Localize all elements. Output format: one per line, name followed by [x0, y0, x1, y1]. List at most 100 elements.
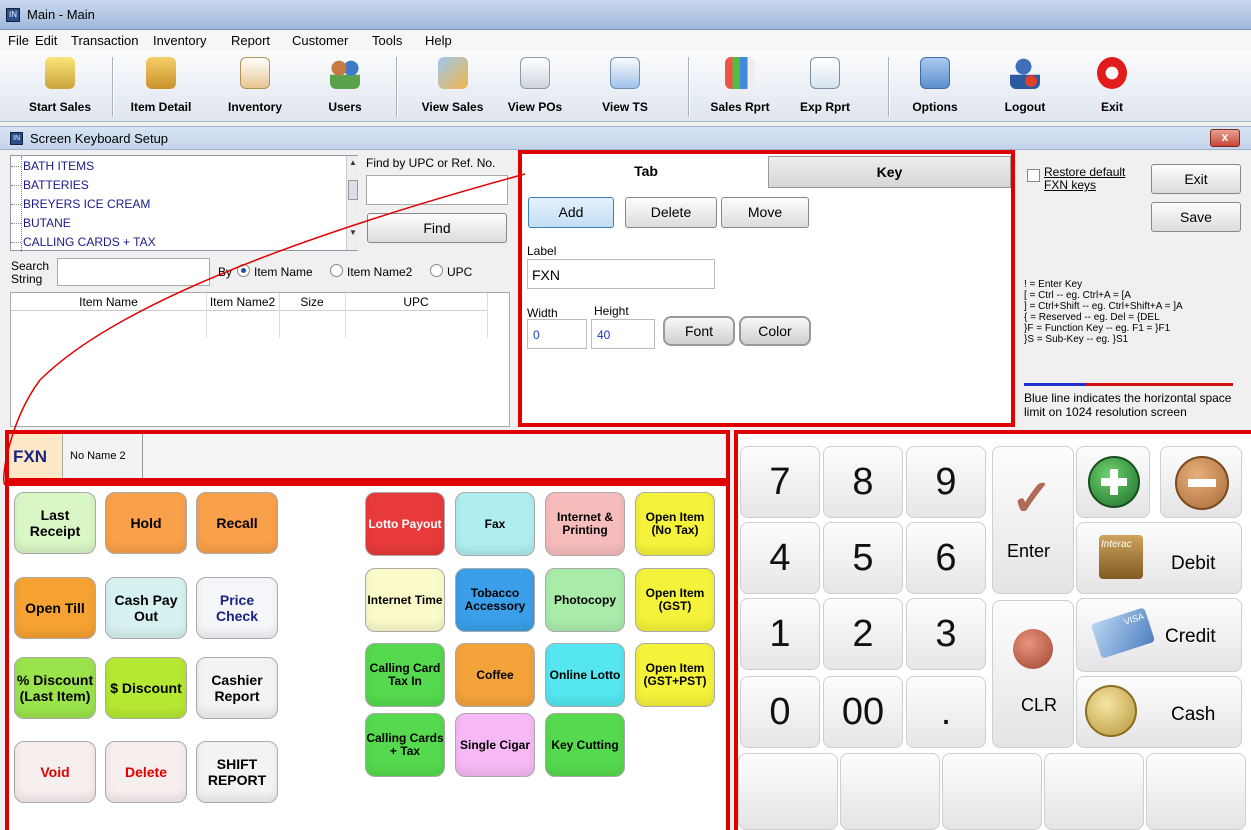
dialog-save-button[interactable]: Save [1151, 202, 1241, 232]
key-discount[interactable]: $ Discount [105, 657, 187, 719]
menu-help[interactable]: Help [425, 33, 452, 48]
key-discount-last-item[interactable]: % Discount (Last Item) [14, 657, 96, 719]
items-grid[interactable]: Item Name Item Name2 Size UPC [10, 292, 510, 427]
view-pos-button[interactable]: View POs [500, 55, 570, 118]
find-button[interactable]: Find [367, 213, 507, 243]
start-sales-button[interactable]: Start Sales [20, 55, 100, 118]
tree-scrollbar[interactable]: ▲ ▼ [346, 156, 358, 250]
key-lotto-payout[interactable]: Lotto Payout [365, 492, 445, 556]
upc-input[interactable] [366, 175, 508, 205]
key-cashier-report[interactable]: Cashier Report [196, 657, 278, 719]
numpad-key-0[interactable]: 0 [740, 676, 820, 748]
blank-key[interactable] [738, 753, 838, 830]
key-calling-cards-tax[interactable]: Calling Cards + Tax [365, 713, 445, 777]
blank-key[interactable] [840, 753, 940, 830]
cash-button[interactable]: Cash [1076, 676, 1242, 748]
menu-inventory[interactable]: Inventory [153, 33, 206, 48]
tree-item[interactable]: BATTERIES [11, 178, 89, 192]
key-last-receipt[interactable]: Last Receipt [14, 492, 96, 554]
inventory-button[interactable]: Inventory [215, 55, 295, 118]
key-key-cutting[interactable]: Key Cutting [545, 713, 625, 777]
expense-report-button[interactable]: Exp Rprt [790, 55, 860, 118]
menu-file[interactable]: File [8, 33, 29, 48]
plus-button[interactable] [1076, 446, 1150, 518]
key-shift-report[interactable]: SHIFT REPORT [196, 741, 278, 803]
scroll-down-icon[interactable]: ▼ [349, 228, 357, 237]
tree-item[interactable]: CALLING CARDS + TAX [11, 235, 156, 249]
key-photocopy[interactable]: Photocopy [545, 568, 625, 632]
blank-key[interactable] [1044, 753, 1144, 830]
numpad-key-5[interactable]: 5 [823, 522, 903, 594]
view-ts-button[interactable]: View TS [595, 55, 655, 118]
blank-key[interactable] [1146, 753, 1246, 830]
category-tree[interactable]: BATH ITEMS BATTERIES BREYERS ICE CREAM B… [10, 155, 358, 252]
restore-default-label[interactable]: Restore default FXN keys [1044, 166, 1144, 192]
col-item-name2[interactable]: Item Name2 [206, 295, 279, 309]
key-price-check[interactable]: Price Check [196, 577, 278, 639]
key-internet-printing[interactable]: Internet & Printing [545, 492, 625, 556]
key-coffee[interactable]: Coffee [455, 643, 535, 707]
blank-key[interactable] [942, 753, 1042, 830]
numpad-key-9[interactable]: 9 [906, 446, 986, 518]
col-item-name[interactable]: Item Name [11, 295, 206, 309]
menu-edit[interactable]: Edit [35, 33, 57, 48]
menu-tools[interactable]: Tools [372, 33, 402, 48]
key-void[interactable]: Void [14, 741, 96, 803]
view-sales-button[interactable]: View Sales [410, 55, 495, 118]
credit-button[interactable]: VISA Credit [1076, 598, 1242, 672]
key-open-item-no-tax[interactable]: Open Item (No Tax) [635, 492, 715, 556]
dialog-close-button[interactable]: x [1210, 129, 1240, 147]
restore-default-checkbox[interactable] [1027, 169, 1040, 182]
sales-report-button[interactable]: Sales Rprt [700, 55, 780, 118]
exit-button[interactable]: Exit [1082, 55, 1142, 118]
options-button[interactable]: Options [900, 55, 970, 118]
menu-customer[interactable]: Customer [292, 33, 348, 48]
key-open-item-gst[interactable]: Open Item (GST) [635, 568, 715, 632]
key-hold[interactable]: Hold [105, 492, 187, 554]
key-internet-time[interactable]: Internet Time [365, 568, 445, 632]
key-cash-pay-out[interactable]: Cash Pay Out [105, 577, 187, 639]
tree-item[interactable]: BATH ITEMS [10, 159, 94, 173]
radio-item-name2[interactable] [330, 264, 343, 277]
numpad-key-3[interactable]: 3 [906, 598, 986, 670]
debit-button[interactable]: Interac Debit [1076, 522, 1242, 594]
enter-button[interactable]: ✓ Enter [992, 446, 1074, 594]
menu-transaction[interactable]: Transaction [71, 33, 138, 48]
key-single-cigar[interactable]: Single Cigar [455, 713, 535, 777]
numpad-key-1[interactable]: 1 [740, 598, 820, 670]
numpad-key-7[interactable]: 7 [740, 446, 820, 518]
tree-item[interactable]: BUTANE [11, 216, 71, 230]
col-upc[interactable]: UPC [345, 295, 487, 309]
tree-item[interactable]: BREYERS ICE CREAM [10, 197, 150, 211]
dialog-exit-button[interactable]: Exit [1151, 164, 1241, 194]
credit-label: Credit [1165, 626, 1216, 647]
item-detail-button[interactable]: Item Detail [120, 55, 202, 118]
logout-button[interactable]: Logout [990, 55, 1060, 118]
col-size[interactable]: Size [279, 295, 345, 309]
numpad-key-decimal[interactable]: . [906, 676, 986, 748]
key-recall[interactable]: Recall [196, 492, 278, 554]
scroll-thumb[interactable] [348, 180, 358, 200]
key-fax[interactable]: Fax [455, 492, 535, 556]
clr-button[interactable]: CLR [992, 600, 1074, 748]
scroll-up-icon[interactable]: ▲ [349, 158, 357, 167]
numpad-key-00[interactable]: 00 [823, 676, 903, 748]
numpad-key-4[interactable]: 4 [740, 522, 820, 594]
key-open-till[interactable]: Open Till [14, 577, 96, 639]
radio-upc[interactable] [430, 264, 443, 277]
numpad-key-6[interactable]: 6 [906, 522, 986, 594]
key-delete[interactable]: Delete [105, 741, 187, 803]
search-input[interactable] [57, 258, 210, 286]
keytab-no-name-2[interactable]: No Name 2 [63, 434, 143, 478]
radio-item-name[interactable] [237, 264, 250, 277]
keytab-fxn[interactable]: FXN [9, 434, 63, 478]
key-online-lotto[interactable]: Online Lotto [545, 643, 625, 707]
key-calling-card-tax-in[interactable]: Calling Card Tax In [365, 643, 445, 707]
numpad-key-8[interactable]: 8 [823, 446, 903, 518]
numpad-key-2[interactable]: 2 [823, 598, 903, 670]
users-button[interactable]: Users [310, 55, 380, 118]
menu-report[interactable]: Report [231, 33, 270, 48]
minus-button[interactable] [1160, 446, 1242, 518]
key-open-item-gst-pst[interactable]: Open Item (GST+PST) [635, 643, 715, 707]
key-tobacco-accessory[interactable]: Tobacco Accessory [455, 568, 535, 632]
